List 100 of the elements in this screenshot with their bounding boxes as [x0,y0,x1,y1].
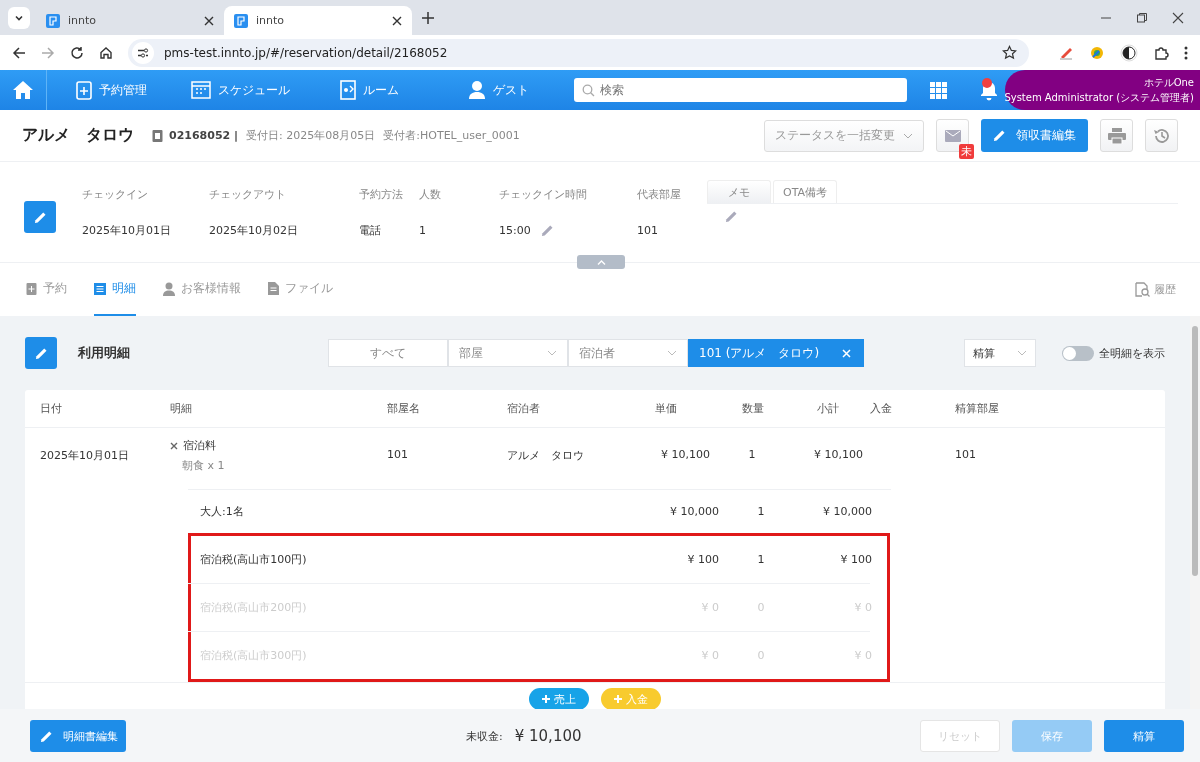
contrast-icon[interactable] [1120,43,1138,62]
browser-tab[interactable]: innto [224,6,412,35]
person-icon [468,80,486,100]
app-grid-icon[interactable] [930,81,947,99]
site-settings-icon[interactable] [132,41,154,64]
reload-icon[interactable] [70,45,84,60]
plus-icon [542,695,550,703]
field-label: チェックアウト [209,187,287,202]
close-icon[interactable] [1172,11,1184,24]
guest-cell-text: アルメ タロウ [507,448,585,464]
subtotal-cell-text: ¥ 10,000 [822,505,873,518]
edit-button[interactable] [24,201,56,233]
field-value: 15:00 [499,223,531,237]
quantity-cell-text: 1 [756,553,766,566]
nav-item[interactable]: ルーム [305,80,434,100]
column-header: 日付 [40,401,63,416]
unit-price-cell-text: ¥ 10,100 [660,447,711,463]
nav-item[interactable]: ゲスト [434,80,563,100]
edit-button[interactable] [25,337,57,369]
url-text: pms-test.innto.jp/#/reservation/detail/2168052 [164,45,449,60]
balance-label: 未収金: [466,728,503,744]
tab-title: innto [256,14,286,27]
pencil-icon[interactable] [725,210,738,223]
field-label: 人数 [419,187,442,202]
subtotal-cell-text: ¥ 100 [839,553,873,566]
pencil-icon [34,346,48,360]
restore-icon[interactable] [1136,11,1148,24]
browser-tab[interactable]: innto [36,6,224,35]
field-label: チェックイン時間 [499,187,588,202]
plus-icon [614,695,622,703]
detail-tab[interactable]: ファイル [268,263,333,316]
room-cell-text: 101 [387,447,409,463]
caret-icon [903,132,913,139]
history-link[interactable]: 履歴 [1135,263,1176,316]
more-icon[interactable] [1184,45,1188,60]
chevron-up-icon [596,259,606,265]
puzzle-icon[interactable] [1153,44,1169,61]
date-cell-text: 2025年10月01日 [40,448,130,464]
field-value: 101 [637,223,658,237]
close-icon[interactable] [204,15,214,26]
column-header: 部屋名 [387,401,421,416]
filter-all-button[interactable]: すべて [328,339,448,367]
favicon-icon [46,13,60,28]
memo-tab[interactable]: メモ [707,180,771,203]
memo-tab[interactable]: OTA備考 [773,180,837,203]
column-header: 数量 [741,401,765,416]
filter-chip[interactable]: 101 (アルメ タロウ) [688,339,864,367]
close-icon[interactable] [392,15,402,26]
scrollbar[interactable] [1190,316,1200,709]
column-header: 明細 [170,401,193,416]
forward-icon[interactable] [41,45,55,60]
footer-button[interactable]: 精算 [1104,720,1184,752]
search-field[interactable]: 検索 [574,78,907,102]
status-select[interactable]: ステータスを一括変更 [764,119,924,152]
field-value: 電話 [359,222,381,238]
field-label: 予約方法 [359,187,404,202]
nav-item[interactable]: スケジュール [176,81,305,99]
toggle-switch[interactable] [1062,345,1094,361]
add-button[interactable]: 売上 [529,688,589,709]
history-button[interactable] [1145,119,1178,152]
column-header: 小計 [816,401,840,416]
filter-select[interactable]: 宿泊者 [568,339,688,367]
unsent-badge: 未 [959,144,974,159]
detail-tab[interactable]: お客様情報 [163,263,241,316]
charge-label: 大人:1名 [200,504,245,519]
toggle-label: 全明細を表示 [1099,345,1165,361]
caret-icon [1017,350,1027,356]
column-header: 精算部屋 [955,401,1000,416]
file-icon [268,282,279,295]
bookmark-star-icon[interactable] [1002,45,1017,60]
search-icon [582,84,595,97]
field-value: 2025年10月02日 [209,222,298,238]
mode-select[interactable]: 精算 [964,339,1036,367]
back-icon[interactable] [12,45,26,60]
new-tab-icon[interactable] [422,11,434,24]
home-icon[interactable] [99,45,113,60]
receipt-edit-button[interactable]: 領収書編集 [981,119,1088,152]
pencil-icon[interactable] [540,223,554,237]
charge-label: 宿泊税(高山市100円) [200,552,308,567]
door-icon [340,80,356,100]
address-bar[interactable]: pms-test.innto.jp/#/reservation/detail/2168052 [128,38,1029,67]
item-name: 宿泊料 [183,438,216,453]
statement-edit-button[interactable]: 明細書編集 [30,720,126,752]
settle-room-cell-text: 101 [955,447,977,463]
field-value: 2025年10月01日 [82,222,171,238]
tab-list-button[interactable] [8,6,30,29]
reservation-number: 02168052 | [169,129,239,142]
calendar-icon [191,81,211,99]
section-title: 利用明細 [78,344,131,362]
history-icon [1152,126,1171,145]
list-icon [94,282,106,295]
pencil-icon [40,729,53,743]
extension-icon[interactable] [1089,44,1105,61]
detail-tab[interactable]: 予約 [26,263,67,316]
print-button[interactable] [1100,119,1133,152]
field-value: 1 [419,223,426,237]
remove-icon[interactable] [170,441,178,450]
tab-title: innto [68,14,98,27]
nav-item[interactable]: 予約管理 [47,80,176,100]
filter-select[interactable]: 部屋 [448,339,568,367]
